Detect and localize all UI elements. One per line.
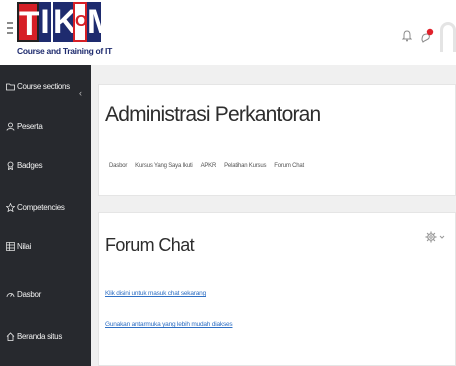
logo-letter: T (17, 2, 40, 43)
breadcrumb-item: Forum Chat (274, 163, 304, 169)
sidebar-item-label: Peserta (17, 122, 43, 131)
actions-menu[interactable] (425, 231, 449, 243)
sidebar-item-badges[interactable]: Badges (6, 161, 43, 170)
page-title: Administrasi Perkantoran (105, 103, 321, 126)
messages-icon[interactable] (420, 28, 434, 44)
section-title: Forum Chat (105, 235, 195, 255)
bell-icon[interactable] (402, 30, 412, 42)
collapse-icon[interactable]: ‹ (79, 88, 82, 98)
users-icon (6, 122, 15, 131)
sidebar: Course sections ‹ Peserta Badges Compete… (0, 65, 91, 366)
gear-icon (425, 231, 437, 243)
sidebar-item-label: Nilai (17, 242, 32, 251)
chevron-down-icon (439, 235, 445, 239)
sidebar-item-competencies[interactable]: Competencies (6, 203, 65, 212)
site-logo[interactable]: T I K O M Course and Training of IT (17, 2, 116, 62)
top-navbar: T I K O M Course and Training of IT (0, 0, 456, 65)
logo-letter: O (73, 2, 87, 42)
accessible-chat-link[interactable]: Gunakan antarmuka yang lebih mudah diaks… (105, 321, 233, 328)
sidebar-item-label: Competencies (17, 203, 65, 212)
sidebar-item-label: Badges (17, 161, 43, 170)
logo-letter: K (51, 2, 78, 42)
sidebar-item-dasbor[interactable]: Dasbor (6, 290, 41, 299)
badge-icon (7, 161, 14, 170)
enter-chat-link[interactable]: Klik disini untuk masuk chat sekarang (105, 290, 206, 297)
course-header-card (98, 84, 456, 196)
breadcrumb-item[interactable]: Pelatihan Kursus (224, 163, 266, 169)
logo-subtitle: Course and Training of IT (17, 46, 112, 56)
dashboard-icon (6, 293, 15, 298)
sidebar-item-label: Beranda situs (17, 332, 63, 341)
sidebar-item-peserta[interactable]: Peserta (6, 122, 43, 131)
home-icon (6, 332, 15, 341)
menu-toggle-icon[interactable] (7, 22, 13, 34)
logo-letters: T I K O M (17, 2, 116, 43)
breadcrumb: Dasbor Kursus Yang Saya Ikuti APKR Pelat… (109, 163, 304, 169)
logo-letter: I (39, 2, 51, 42)
sidebar-item-label: Course sections (17, 82, 70, 91)
sidebar-item-course-sections[interactable]: Course sections (6, 82, 70, 91)
user-avatar[interactable] (440, 22, 456, 52)
star-icon (6, 203, 15, 212)
sidebar-item-beranda-situs[interactable]: Beranda situs (6, 332, 62, 341)
sidebar-item-nilai[interactable]: Nilai (6, 242, 31, 251)
breadcrumb-item[interactable]: Dasbor (109, 163, 127, 169)
grades-icon (6, 242, 15, 251)
folder-icon (6, 83, 15, 91)
breadcrumb-item[interactable]: Kursus Yang Saya Ikuti (135, 163, 193, 169)
sidebar-item-label: Dasbor (17, 290, 41, 299)
logo-letter: M (87, 2, 116, 42)
breadcrumb-item[interactable]: APKR (201, 163, 217, 169)
notification-dot (426, 28, 434, 36)
